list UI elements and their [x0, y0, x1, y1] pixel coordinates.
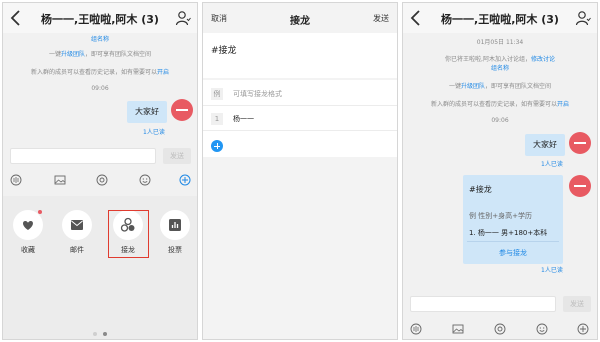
add-entry-icon[interactable] [211, 140, 223, 152]
chat-header: 杨一一,王啦啦,阿木 (3) [403, 3, 597, 33]
example-row[interactable]: 例 可填写接龙格式 [203, 82, 397, 106]
date-stamp: 01月05日 11:34 [476, 39, 524, 46]
more-actions-panel: 收藏 邮件 接龙 投票 [3, 196, 197, 339]
input-row: 发送 [3, 145, 197, 167]
message-time: 09:06 [491, 117, 509, 124]
card-example: 例 性别+身高+学历 [469, 212, 532, 220]
send-button[interactable]: 发送 [163, 148, 191, 164]
join-jielong-button[interactable]: 参与接龙 [463, 248, 563, 258]
mention-icon[interactable] [96, 174, 108, 186]
new-badge-dot [38, 210, 42, 214]
group-members-icon[interactable] [575, 10, 591, 26]
image-icon[interactable] [54, 174, 66, 186]
mail-button[interactable]: 邮件 [55, 210, 99, 255]
group-members-icon[interactable] [175, 10, 191, 26]
add-more-icon[interactable] [577, 323, 589, 335]
user-avatar[interactable] [569, 132, 591, 154]
card-divider [467, 241, 559, 242]
chat-title: 杨一一,王啦啦,阿木 (3) [441, 13, 559, 26]
toolbar [403, 319, 597, 339]
invite-notice: 你已将王啦啦,阿木加入讨论组，修改讨论 [445, 56, 555, 63]
history-notice: 新入群的成员可以查看历史记录，如有需要可以开启 [430, 101, 570, 108]
topic-input[interactable]: #接龙 [203, 33, 397, 78]
edit-discussion-link[interactable]: 修改讨论 [531, 56, 555, 63]
jielong-compose-screen: 取消 接龙 发送 #接龙 例 可填写接龙格式 1 杨一一 [202, 2, 398, 340]
upgrade-team-link[interactable]: 升级团队 [461, 83, 485, 90]
back-arrow-icon[interactable] [9, 9, 23, 27]
enable-history-link[interactable]: 开启 [157, 69, 169, 76]
history-notice: 新入群的成员可以查看历史记录，如有需要可以开启 [30, 69, 170, 76]
entry-row[interactable]: 1 杨一一 [203, 107, 397, 131]
jielong-list: 例 可填写接龙格式 1 杨一一 [203, 80, 397, 157]
heart-icon [23, 220, 33, 230]
read-receipt[interactable]: 1人已读 [541, 159, 563, 168]
message-input[interactable] [10, 148, 156, 164]
chat-title: 杨一一,王啦啦,阿木 (3) [41, 13, 159, 26]
message-input[interactable] [410, 296, 556, 312]
chat-header: 杨一一,王啦啦,阿木 (3) [3, 3, 197, 33]
send-button[interactable]: 发送 [373, 13, 389, 24]
read-receipt[interactable]: 1人已读 [143, 127, 165, 136]
input-row: 发送 [403, 293, 597, 315]
jielong-card[interactable]: #接龙 例 性别+身高+学历 1. 杨一一 男+180+本科 参与接龙 [463, 175, 563, 264]
card-entry: 1. 杨一一 男+180+本科 [469, 229, 548, 237]
upgrade-team-link[interactable]: 升级团队 [61, 51, 85, 58]
mail-icon [71, 220, 83, 230]
favorite-button[interactable]: 收藏 [6, 210, 50, 255]
vote-button[interactable]: 投票 [153, 210, 197, 255]
chat-screen-with-jielong: 杨一一,王啦啦,阿木 (3) 01月05日 11:34 你已将王啦啦,阿木加入讨… [402, 2, 598, 340]
compose-header: 取消 接龙 发送 [203, 3, 397, 33]
mention-icon[interactable] [494, 323, 506, 335]
message-time: 09:06 [91, 85, 109, 92]
highlight-box [108, 210, 149, 258]
group-name-link[interactable]: 组名称 [3, 34, 197, 43]
enable-history-link[interactable]: 开启 [557, 101, 569, 108]
group-name-link[interactable]: 组名称 [403, 63, 597, 72]
back-arrow-icon[interactable] [409, 9, 423, 27]
chat-screen-more-panel: 杨一一,王啦啦,阿木 (3) 组名称 一键升级团队，即可享有团队文档空间 新入群… [2, 2, 198, 340]
message-bubble[interactable]: 大家好 [525, 134, 565, 156]
voice-icon[interactable] [10, 174, 22, 186]
card-topic: #接龙 [469, 185, 492, 194]
voice-icon[interactable] [410, 323, 422, 335]
page-dot-active [103, 332, 107, 336]
user-avatar[interactable] [569, 175, 591, 197]
emoji-icon[interactable] [139, 174, 151, 186]
add-more-icon[interactable] [179, 174, 191, 186]
send-button[interactable]: 发送 [563, 296, 591, 312]
emoji-icon[interactable] [536, 323, 548, 335]
upgrade-team-notice: 一键升级团队，即可享有团队文档空间 [448, 83, 552, 90]
image-icon[interactable] [452, 323, 464, 335]
vote-chart-icon [169, 219, 181, 231]
compose-title: 接龙 [290, 16, 310, 27]
user-avatar[interactable] [171, 99, 193, 121]
read-receipt[interactable]: 1人已读 [541, 265, 563, 274]
upgrade-team-notice: 一键升级团队，即可享有团队文档空间 [48, 51, 152, 58]
page-dot [93, 332, 97, 336]
toolbar [3, 170, 197, 190]
message-bubble[interactable]: 大家好 [127, 101, 167, 123]
